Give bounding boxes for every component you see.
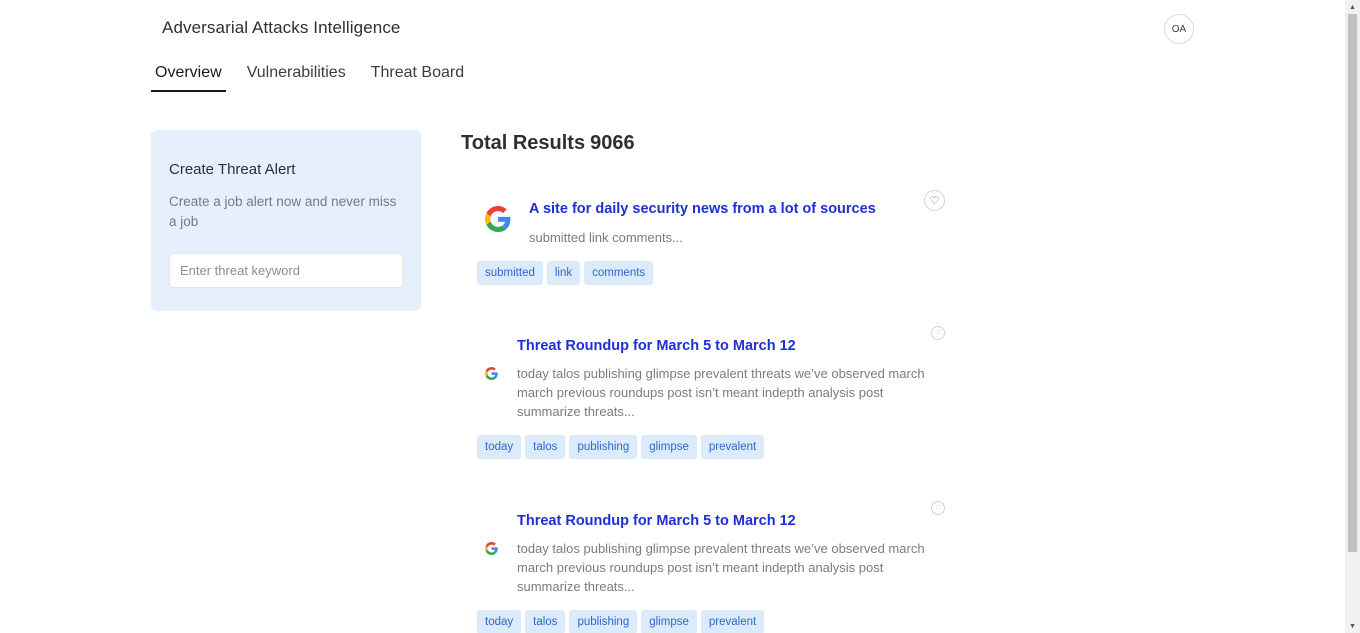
alert-description: Create a job alert now and never miss a … — [169, 194, 397, 229]
total-results-count: 9066 — [590, 132, 635, 154]
result-description: today talos publishing glimpse prevalent… — [517, 366, 925, 419]
tab-overview[interactable]: Overview — [151, 58, 226, 92]
tag[interactable]: link — [546, 261, 581, 285]
tag[interactable]: today — [477, 610, 522, 633]
favorite-heart-icon[interactable]: ♡ — [931, 501, 945, 515]
result-description: submitted link comments... — [529, 230, 683, 245]
result-description: today talos publishing glimpse prevalent… — [517, 541, 925, 594]
alert-title: Create Threat Alert — [169, 161, 296, 178]
main-tabs: Overview Vulnerabilities Threat Board — [151, 58, 485, 92]
favorite-heart-icon[interactable]: ♡ — [924, 190, 945, 211]
tag[interactable]: prevalent — [700, 610, 765, 633]
tag[interactable]: talos — [525, 435, 566, 459]
tag[interactable]: today — [477, 435, 522, 459]
result-tags: today talos publishing glimpse prevalent — [477, 610, 768, 633]
result-title-link[interactable]: Threat Roundup for March 5 to March 12 — [517, 338, 796, 354]
tab-vulnerabilities[interactable]: Vulnerabilities — [243, 58, 350, 92]
google-logo-icon — [485, 542, 498, 560]
total-results: Total Results 9066 — [461, 132, 635, 155]
tag[interactable]: glimpse — [641, 435, 697, 459]
tag[interactable]: glimpse — [641, 610, 697, 633]
total-results-label: Total Results — [461, 132, 586, 154]
result-title-link[interactable]: Threat Roundup for March 5 to March 12 — [517, 513, 796, 529]
favorite-heart-icon[interactable]: ♡ — [931, 326, 945, 340]
vertical-scrollbar[interactable]: ▲ ▼ — [1345, 0, 1360, 633]
tag[interactable]: talos — [525, 610, 566, 633]
tag[interactable]: publishing — [569, 610, 638, 633]
tag[interactable]: comments — [584, 261, 654, 285]
result-tags: submitted link comments — [477, 261, 657, 285]
page: Adversarial Attacks Intelligence OA Over… — [0, 0, 1360, 633]
threat-alert-card: Create Threat Alert Create a job alert n… — [151, 130, 421, 311]
scroll-down-arrow-icon[interactable]: ▼ — [1345, 619, 1360, 633]
google-logo-icon — [485, 367, 498, 385]
threat-keyword-input[interactable] — [169, 253, 403, 288]
app-title: Adversarial Attacks Intelligence — [162, 18, 401, 37]
tag[interactable]: prevalent — [700, 435, 765, 459]
result-tags: today talos publishing glimpse prevalent — [477, 435, 768, 459]
user-avatar[interactable]: OA — [1164, 14, 1194, 44]
google-logo-icon — [485, 206, 511, 237]
tab-threat-board[interactable]: Threat Board — [367, 58, 468, 92]
result-title-link[interactable]: A site for daily security news from a lo… — [529, 201, 876, 217]
scroll-up-arrow-icon[interactable]: ▲ — [1345, 0, 1360, 14]
tag[interactable]: submitted — [477, 261, 543, 285]
tag[interactable]: publishing — [569, 435, 638, 459]
scrollbar-thumb[interactable] — [1348, 14, 1357, 552]
